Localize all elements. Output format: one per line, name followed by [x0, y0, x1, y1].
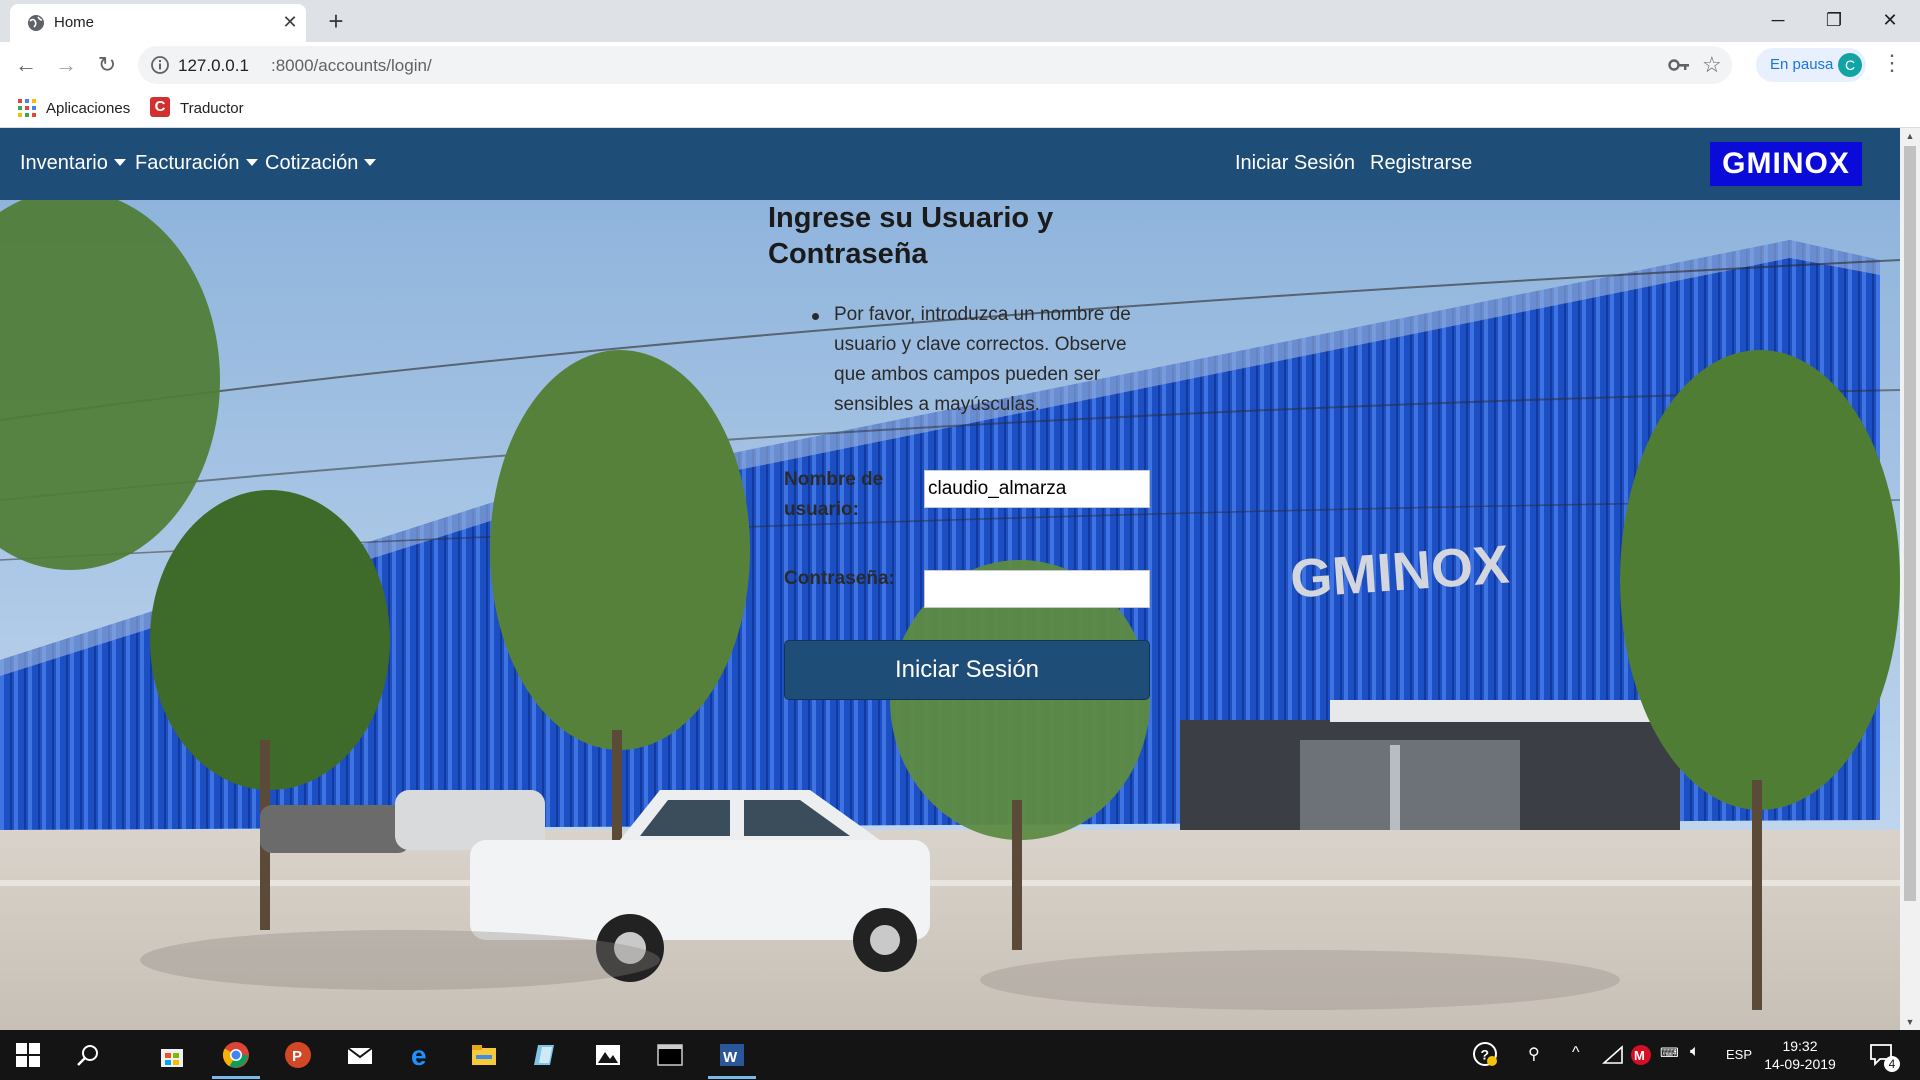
- page-scrollbar[interactable]: ▲ ▼: [1900, 128, 1920, 1030]
- login-heading: Ingrese su Usuario y Contraseña: [768, 202, 1054, 270]
- clock-date: 14-09-2019: [1764, 1056, 1836, 1072]
- key-icon[interactable]: [1668, 56, 1690, 74]
- word-icon[interactable]: W: [718, 1041, 746, 1069]
- chrome-icon[interactable]: [222, 1041, 250, 1069]
- bookmark-star-icon[interactable]: ☆: [1702, 52, 1722, 78]
- menu-facturacion[interactable]: Facturación: [135, 152, 258, 175]
- caret-down-icon: [113, 159, 126, 166]
- brand-logo[interactable]: GMINOX: [1710, 142, 1862, 186]
- tab-title: Home: [54, 14, 95, 31]
- keyboard-icon[interactable]: ⌨: [1660, 1045, 1679, 1061]
- svg-text:P: P: [292, 1048, 302, 1065]
- profile-status: En pausa: [1770, 56, 1834, 73]
- bookmark-apps[interactable]: Aplicaciones: [18, 97, 138, 119]
- bookmark-label: Traductor: [180, 100, 244, 117]
- edge-icon[interactable]: e: [408, 1041, 436, 1069]
- powerpoint-icon[interactable]: P: [284, 1041, 312, 1069]
- bookmarks-bar: Aplicaciones C Traductor: [0, 88, 1920, 128]
- caret-down-icon: [245, 159, 258, 166]
- windows-start-icon[interactable]: [16, 1043, 40, 1067]
- translator-icon: C: [150, 97, 170, 117]
- svg-text:e: e: [411, 1041, 427, 1069]
- error-message: Por favor, introduzca un nombre de usuar…: [834, 304, 1131, 415]
- taskbar: P e W ? ⚲ ^ M ⌨ 🔈︎ ESP 19:32 14-09-2019 …: [0, 1030, 1920, 1080]
- close-window-icon[interactable]: ✕: [1862, 2, 1918, 38]
- url-path: :8000/accounts/login/: [271, 56, 432, 75]
- back-icon[interactable]: ←: [10, 49, 42, 81]
- url-host: 127.0.0.1: [178, 56, 249, 75]
- username-label: Nombre de usuario:: [784, 469, 884, 520]
- bullet-icon: [812, 313, 819, 320]
- page-viewport: GMINOX Inventario Facturación Cotización…: [0, 128, 1900, 1030]
- store-icon[interactable]: [158, 1041, 186, 1069]
- file-explorer-icon[interactable]: [470, 1041, 498, 1069]
- antivirus-icon[interactable]: M: [1630, 1044, 1652, 1066]
- active-app-indicator: [708, 1076, 756, 1079]
- apps-grid-icon: [18, 99, 36, 117]
- info-icon[interactable]: [150, 55, 170, 75]
- avatar: C: [1838, 53, 1862, 77]
- clock-time: 19:32: [1782, 1038, 1818, 1054]
- password-label: Contraseña:: [784, 568, 895, 589]
- scrollbar-thumb[interactable]: [1904, 146, 1916, 901]
- menu-label: Inventario: [20, 152, 108, 174]
- reload-icon[interactable]: ↻: [91, 49, 123, 81]
- wifi-icon[interactable]: [1602, 1045, 1624, 1067]
- forward-icon[interactable]: →: [50, 49, 82, 81]
- caret-down-icon: [364, 159, 377, 166]
- menu-label: Cotización: [265, 152, 359, 174]
- login-link[interactable]: Iniciar Sesión: [1235, 152, 1355, 175]
- chevron-up-icon[interactable]: ^: [1572, 1044, 1580, 1062]
- address-bar[interactable]: 127.0.0.1 :8000/accounts/login/ ☆: [138, 46, 1732, 84]
- password-input[interactable]: [924, 570, 1150, 608]
- menu-label: Facturación: [135, 152, 240, 174]
- mail-icon[interactable]: [346, 1041, 374, 1069]
- more-menu-icon[interactable]: ⋮: [1880, 50, 1904, 76]
- svg-text:M: M: [1634, 1048, 1645, 1063]
- menu-inventario[interactable]: Inventario: [20, 152, 126, 175]
- active-app-indicator: [212, 1076, 260, 1079]
- clock[interactable]: 19:32 14-09-2019: [1760, 1037, 1840, 1073]
- scroll-down-icon[interactable]: ▼: [1900, 1014, 1920, 1030]
- volume-icon[interactable]: 🔈︎: [1690, 1043, 1700, 1061]
- tab-strip: Home ✕ + ─ ❐ ✕: [0, 0, 1920, 42]
- terminal-icon[interactable]: [656, 1041, 684, 1069]
- tab-home[interactable]: Home ✕: [10, 4, 306, 42]
- register-link[interactable]: Registrarse: [1370, 152, 1472, 175]
- language-indicator[interactable]: ESP: [1726, 1047, 1752, 1062]
- login-submit-button[interactable]: Iniciar Sesión: [784, 640, 1150, 700]
- app-icon[interactable]: [532, 1041, 560, 1069]
- notification-count-badge: 4: [1884, 1056, 1900, 1072]
- svg-text:W: W: [723, 1049, 738, 1066]
- help-icon[interactable]: ?: [1472, 1041, 1498, 1067]
- new-tab-icon[interactable]: +: [322, 8, 350, 36]
- search-icon[interactable]: [76, 1043, 100, 1067]
- bookmark-label: Aplicaciones: [46, 100, 131, 117]
- site-navbar: Inventario Facturación Cotización Inicia…: [0, 128, 1900, 200]
- restore-icon[interactable]: ❐: [1806, 2, 1862, 38]
- menu-cotizacion[interactable]: Cotización: [265, 152, 377, 175]
- globe-icon: [28, 15, 44, 31]
- close-tab-icon[interactable]: ✕: [280, 12, 300, 32]
- people-icon[interactable]: ⚲: [1528, 1044, 1540, 1064]
- profile-button[interactable]: En pausa C: [1756, 48, 1866, 82]
- browser-toolbar: ← → ↻ 127.0.0.1 :8000/accounts/login/ ☆ …: [0, 42, 1920, 88]
- photos-icon[interactable]: [594, 1041, 622, 1069]
- username-input[interactable]: [924, 470, 1150, 508]
- minimize-icon[interactable]: ─: [1750, 2, 1806, 38]
- bookmark-translator[interactable]: C Traductor: [150, 97, 260, 119]
- scroll-up-icon[interactable]: ▲: [1900, 128, 1920, 144]
